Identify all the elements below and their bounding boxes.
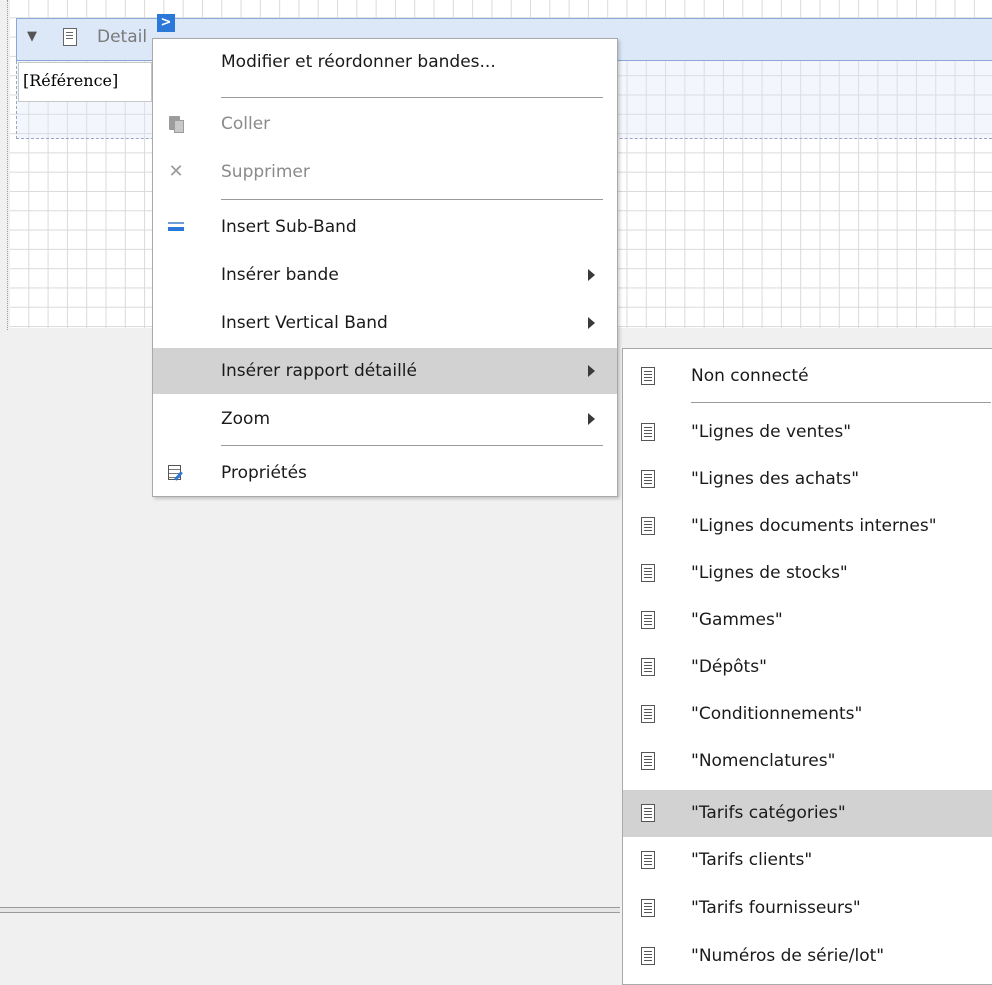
- report-icon: [641, 851, 655, 869]
- submenu-item-tarifs-categories[interactable]: "Tarifs catégories": [623, 790, 992, 837]
- menu-item-delete[interactable]: ✕ Supprimer: [153, 149, 617, 195]
- submenu-item-lignes-documents-internes[interactable]: "Lignes documents internes": [623, 503, 992, 550]
- menu-item-zoom[interactable]: Zoom: [153, 396, 617, 442]
- menu-separator: [691, 402, 991, 403]
- menu-item-edit-reorder-bands[interactable]: Modifier et réordonner bandes...: [153, 39, 617, 85]
- menu-item-label: Zoom: [221, 409, 271, 429]
- margin-guide: [7, 0, 8, 330]
- submenu-item-lignes-de-ventes[interactable]: "Lignes de ventes": [623, 409, 992, 456]
- menu-separator: [221, 97, 603, 98]
- submenu-item-label: "Lignes documents internes": [691, 516, 937, 536]
- reference-field-text: [Référence]: [23, 71, 119, 90]
- menu-item-label: Modifier et réordonner bandes...: [221, 52, 496, 72]
- detail-report-submenu: Non connecté "Lignes de ventes" "Lignes …: [622, 348, 992, 985]
- submenu-arrow-icon: [588, 413, 595, 425]
- report-icon: [641, 947, 655, 965]
- menu-item-label: Insérer rapport détaillé: [221, 361, 417, 381]
- context-menu: Modifier et réordonner bandes... Coller …: [152, 38, 618, 497]
- submenu-item-numeros-serie-lot[interactable]: "Numéros de série/lot": [623, 933, 992, 980]
- submenu-item-gammes[interactable]: "Gammes": [623, 597, 992, 644]
- bottom-splitter[interactable]: [0, 907, 620, 913]
- smart-tag-button[interactable]: >: [157, 14, 175, 32]
- menu-item-label: Insérer bande: [221, 265, 339, 285]
- band-title: Detail: [97, 27, 148, 47]
- menu-item-label: Supprimer: [221, 162, 310, 182]
- submenu-item-lignes-de-stocks[interactable]: "Lignes de stocks": [623, 550, 992, 597]
- band-report-icon: [63, 28, 77, 46]
- menu-item-insert-vertical-band[interactable]: Insert Vertical Band: [153, 300, 617, 346]
- menu-item-properties[interactable]: Propriétés: [153, 450, 617, 496]
- report-icon: [641, 658, 655, 676]
- submenu-item-label: "Gammes": [691, 610, 783, 630]
- submenu-item-depots[interactable]: "Dépôts": [623, 644, 992, 691]
- submenu-arrow-icon: [588, 365, 595, 377]
- sub-band-icon: [167, 217, 185, 237]
- report-icon: [641, 367, 655, 385]
- submenu-item-tarifs-fournisseurs[interactable]: "Tarifs fournisseurs": [623, 885, 992, 932]
- menu-item-label: Coller: [221, 114, 271, 134]
- submenu-item-label: "Tarifs fournisseurs": [691, 898, 861, 918]
- menu-item-label: Propriétés: [221, 463, 307, 483]
- report-icon: [641, 564, 655, 582]
- submenu-item-not-connected[interactable]: Non connecté: [623, 353, 992, 400]
- menu-item-insert-band[interactable]: Insérer bande: [153, 252, 617, 298]
- submenu-item-label: "Numéros de série/lot": [691, 946, 885, 966]
- submenu-arrow-icon: [588, 317, 595, 329]
- submenu-item-label: "Conditionnements": [691, 704, 863, 724]
- menu-item-insert-detail-report[interactable]: Insérer rapport détaillé: [153, 348, 617, 394]
- report-icon: [641, 611, 655, 629]
- menu-item-paste[interactable]: Coller: [153, 101, 617, 147]
- report-icon: [641, 804, 655, 822]
- submenu-item-label: "Nomenclatures": [691, 751, 836, 771]
- submenu-item-lignes-des-achats[interactable]: "Lignes des achats": [623, 456, 992, 503]
- report-icon: [641, 752, 655, 770]
- menu-item-label: Insert Sub-Band: [221, 217, 357, 237]
- report-icon: [641, 705, 655, 723]
- menu-item-label: Insert Vertical Band: [221, 313, 388, 333]
- submenu-item-conditionnements[interactable]: "Conditionnements": [623, 691, 992, 738]
- report-icon: [641, 899, 655, 917]
- delete-icon: ✕: [168, 161, 184, 182]
- report-icon: [641, 423, 655, 441]
- submenu-item-label: "Lignes de stocks": [691, 563, 848, 583]
- menu-separator: [221, 199, 603, 200]
- submenu-item-label: "Tarifs catégories": [691, 803, 846, 823]
- submenu-item-nomenclatures[interactable]: "Nomenclatures": [623, 738, 992, 785]
- submenu-item-label: Non connecté: [691, 366, 809, 386]
- report-icon: [641, 517, 655, 535]
- reference-field[interactable]: [Référence]: [18, 62, 152, 102]
- properties-icon: [167, 463, 185, 483]
- submenu-item-label: "Lignes de ventes": [691, 422, 852, 442]
- submenu-item-label: "Lignes des achats": [691, 469, 860, 489]
- collapse-triangle-icon[interactable]: ▼: [27, 29, 37, 44]
- menu-item-insert-sub-band[interactable]: Insert Sub-Band: [153, 204, 617, 250]
- submenu-item-label: "Dépôts": [691, 657, 767, 677]
- submenu-item-label: "Tarifs clients": [691, 850, 813, 870]
- menu-separator: [221, 445, 603, 446]
- paste-icon: [167, 114, 185, 134]
- submenu-arrow-icon: [588, 269, 595, 281]
- report-icon: [641, 470, 655, 488]
- submenu-item-tarifs-clients[interactable]: "Tarifs clients": [623, 837, 992, 884]
